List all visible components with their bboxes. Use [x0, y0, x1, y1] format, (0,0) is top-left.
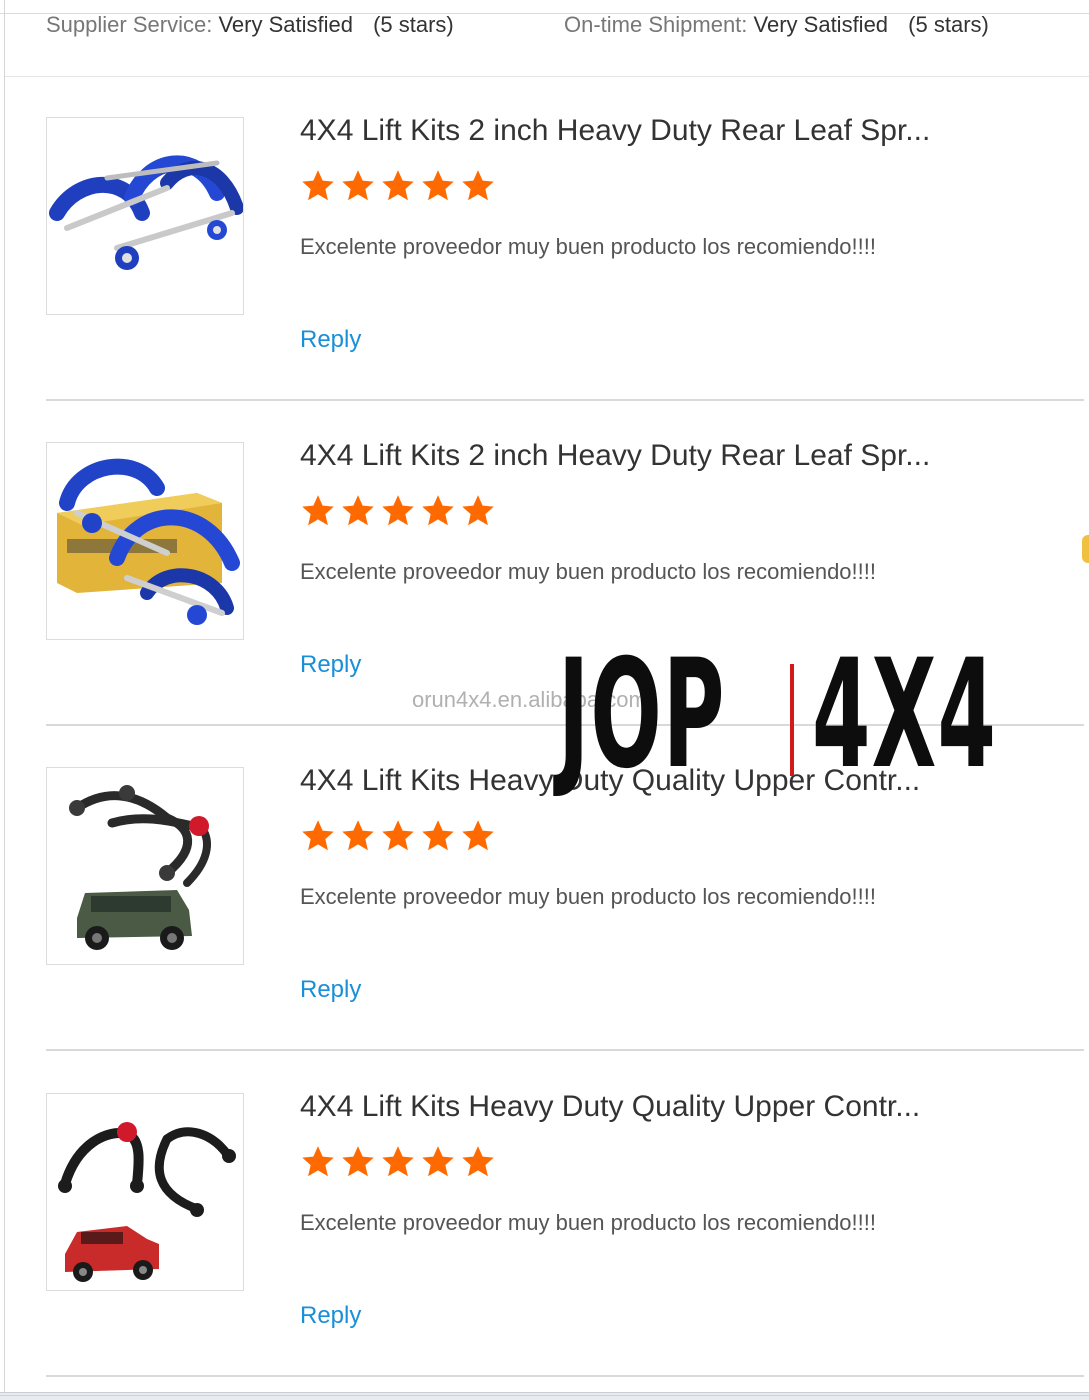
review-item: 4X4 Lift Kits 2 inch Heavy Duty Rear Lea… [46, 76, 1084, 401]
blue-leaf-spring-shackle-icon [49, 155, 243, 270]
star-icon [342, 170, 374, 201]
on-time-shipment-rating: On-time Shipment: Very Satisfied (5 star… [564, 12, 989, 38]
bottom-frame-edge [0, 1392, 1089, 1400]
review-comment: Excelente proveedor muy buen producto lo… [300, 1210, 876, 1235]
product-title[interactable]: 4X4 Lift Kits Heavy Duty Quality Upper C… [300, 1090, 920, 1124]
star-icon [342, 820, 374, 851]
review-comment: Excelente proveedor muy buen producto lo… [300, 559, 876, 584]
review-comment: Excelente proveedor muy buen producto lo… [300, 234, 876, 259]
upper-control-arms-green-suv-icon [69, 785, 211, 950]
product-title[interactable]: 4X4 Lift Kits 2 inch Heavy Duty Rear Lea… [300, 114, 930, 148]
rating-summary-bar: Supplier Service: Very Satisfied (5 star… [5, 0, 1089, 77]
on-time-shipment-value: Very Satisfied [753, 12, 889, 37]
product-thumbnail[interactable] [46, 767, 244, 965]
reply-link[interactable]: Reply [300, 976, 361, 1004]
brand-watermark-logo: JOP 4X4 [558, 640, 1038, 790]
brand-logo-left: JOP [558, 628, 726, 802]
star-icon [382, 495, 414, 526]
reply-link[interactable]: Reply [300, 326, 361, 354]
star-icon [462, 495, 494, 526]
review-comment: Excelente proveedor muy buen producto lo… [300, 884, 876, 909]
on-time-shipment-label: On-time Shipment: [564, 12, 748, 37]
product-thumbnail[interactable] [46, 1093, 244, 1291]
reply-link[interactable]: Reply [300, 651, 361, 679]
star-icon [382, 820, 414, 851]
star-icon [302, 820, 334, 851]
star-icon [302, 495, 334, 526]
star-icon [422, 170, 454, 201]
left-frame-edge [4, 0, 5, 1392]
star-icon [382, 170, 414, 201]
star-icon [422, 1146, 454, 1177]
blue-leaf-spring-shackle-with-box-icon [57, 458, 240, 625]
supplier-service-rating: Supplier Service: Very Satisfied (5 star… [46, 12, 454, 38]
product-thumbnail[interactable] [46, 442, 244, 640]
brand-logo-right: 4X4 [812, 628, 998, 802]
star-rating [300, 168, 496, 204]
brand-divider-bar [790, 664, 794, 776]
star-icon [382, 1146, 414, 1177]
supplier-service-value: Very Satisfied [218, 12, 353, 37]
review-item: 4X4 Lift Kits Heavy Duty Quality Upper C… [46, 1052, 1084, 1377]
supplier-service-label: Supplier Service: [46, 12, 213, 37]
star-icon [422, 495, 454, 526]
star-icon [422, 820, 454, 851]
supplier-service-stars: (5 stars) [373, 12, 454, 37]
star-icon [462, 170, 494, 201]
star-icon [462, 820, 494, 851]
on-time-shipment-stars: (5 stars) [908, 12, 989, 37]
star-icon [342, 1146, 374, 1177]
star-rating [300, 1144, 496, 1180]
star-icon [342, 495, 374, 526]
side-feedback-tab[interactable] [1082, 535, 1089, 563]
product-title[interactable]: 4X4 Lift Kits 2 inch Heavy Duty Rear Lea… [300, 439, 930, 473]
star-icon [302, 170, 334, 201]
star-rating [300, 818, 496, 854]
star-rating [300, 493, 496, 529]
upper-control-arms-red-pickup-icon [58, 1122, 236, 1282]
star-icon [302, 1146, 334, 1177]
product-thumbnail[interactable] [46, 117, 244, 315]
star-icon [462, 1146, 494, 1177]
reply-link[interactable]: Reply [300, 1302, 361, 1330]
